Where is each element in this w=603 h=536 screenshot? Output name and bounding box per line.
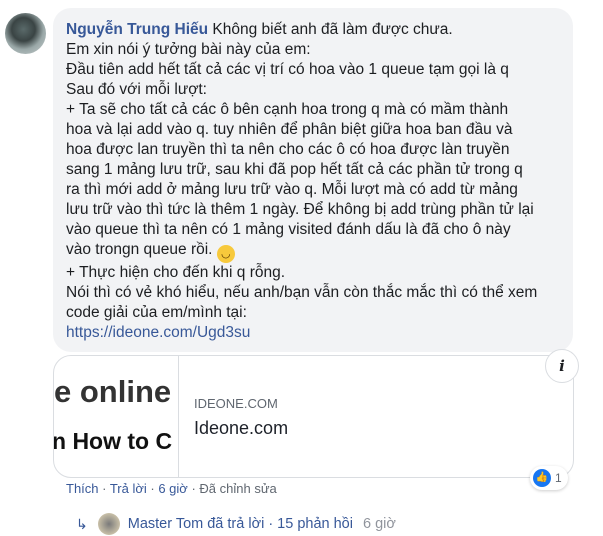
replier-avatar [97, 513, 120, 535]
link-preview-card[interactable]: e online n How to C IDEONE.COM Ideone.co… [53, 355, 574, 478]
reply-button[interactable]: Trả lời [110, 481, 147, 496]
link-domain: IDEONE.COM [194, 396, 278, 411]
info-icon[interactable]: i [545, 349, 579, 383]
view-replies[interactable]: ↳ Master Tom đã trả lời · 15 phản hồi 6 … [76, 513, 396, 535]
comment-text: Nguyễn Trung Hiếu Không biết anh đã làm … [66, 21, 538, 341]
replies-time: 6 giờ [362, 516, 396, 532]
link-title: Ideone.com [194, 418, 289, 438]
link-preview-image: e online n How to C [54, 356, 179, 477]
reaction-count[interactable]: 👍 1 [530, 466, 568, 490]
edited-label[interactable]: Đã chỉnh sửa [199, 481, 276, 496]
like-icon: 👍 [533, 469, 551, 487]
comment-link[interactable]: https://ideone.com/Ugd3su [66, 324, 250, 341]
author-name[interactable]: Nguyễn Trung Hiếu [66, 21, 208, 38]
author-avatar[interactable] [5, 13, 46, 54]
reply-arrow-icon: ↳ [76, 515, 88, 532]
like-button[interactable]: Thích [66, 481, 99, 496]
comment-actions: Thích · Trả lời · 6 giờ · Đã chỉnh sửa [66, 481, 277, 496]
smiley-emoji-icon: ◡ [216, 245, 235, 263]
timestamp[interactable]: 6 giờ [158, 481, 188, 496]
replies-text[interactable]: Master Tom đã trả lời · 15 phản hồi [128, 516, 353, 532]
